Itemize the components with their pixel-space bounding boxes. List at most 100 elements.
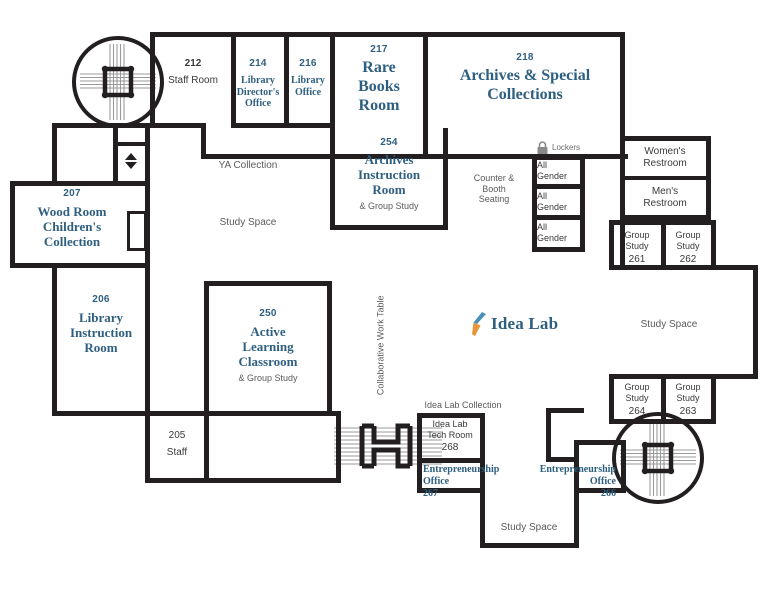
gs262-line1: Group <box>675 230 701 240</box>
wall-elevator-divider <box>113 142 150 146</box>
room-214-name-line1: Library <box>241 74 275 86</box>
idea-lab-logo: Idea Lab <box>470 311 558 337</box>
room-212-number: 212 <box>184 58 202 69</box>
gs261-line2: Study <box>625 240 649 251</box>
room-217-name-line3: Room <box>358 96 400 114</box>
room-207-number: 207 <box>63 188 81 199</box>
mens-restroom-line2: Restroom <box>643 197 687 209</box>
room-266-label: Entrepreneurship Office 266 <box>518 464 616 499</box>
group-study-264-label: Group Study 264 <box>612 382 662 418</box>
idea-lab-logo-text: Idea Lab <box>491 314 559 333</box>
room-207-name-line1: Wood Room <box>37 203 107 219</box>
room-254-sublabel: & Group Study <box>359 200 419 211</box>
wall-207-south <box>10 263 150 268</box>
room-205-number: 205 <box>168 430 186 441</box>
wall-250-north <box>204 281 332 286</box>
wall-left-upper-west <box>52 123 57 185</box>
mens-restroom-label: Men's Restroom <box>622 186 708 210</box>
group-study-261-label: Group Study 261 <box>612 230 662 266</box>
room-218-name-line1: Archives & Special <box>459 66 591 84</box>
room-216-name-line1: Library <box>291 74 325 86</box>
room-268-name-line1: Idea Lab <box>432 419 468 429</box>
wall-elevator-west <box>113 123 118 185</box>
room-217-label: 217 Rare Books Room <box>336 44 422 115</box>
room-205-name: Staff <box>166 446 188 458</box>
room-214-label: 214 Library Director's Office <box>232 58 284 110</box>
room-266-name-line1: Entrepreneurship <box>539 464 616 475</box>
room-267-name-line2: Office <box>423 475 450 487</box>
all-gender-2-line2: Gender <box>537 201 568 212</box>
study-space-label-2: Study Space <box>640 319 698 330</box>
room-216-name-line2: Office <box>294 86 322 98</box>
wall-266-inner-north <box>574 440 626 445</box>
room-268-name-line2: Tech Room <box>427 429 473 440</box>
wall-allgender-south <box>532 247 585 252</box>
wall-206-south <box>52 411 150 416</box>
wall-254-south <box>330 225 448 230</box>
gs264-number: 264 <box>628 406 646 418</box>
wall-212-bottom-right <box>201 154 333 159</box>
wall-266-east <box>621 440 626 493</box>
room-250-sublabel: & Group Study <box>238 372 298 383</box>
all-gender-restroom-1-label: All Gender <box>537 160 581 181</box>
room-206-name-line3: Room <box>84 340 118 356</box>
room-250-number: 250 <box>259 308 277 319</box>
room-217-name-line1: Rare <box>362 58 396 76</box>
wall-allgender-div2 <box>532 215 585 220</box>
room-268-label: Idea Lab Tech Room 268 <box>418 419 482 454</box>
room-206-number: 206 <box>92 294 110 305</box>
room-267-number: 267 <box>423 487 438 499</box>
room-268-number: 268 <box>441 442 459 454</box>
wall-266-west-upper <box>546 408 551 462</box>
group-study-262-label: Group Study 262 <box>663 230 713 266</box>
gs264-line1: Group <box>624 382 650 392</box>
room-218-name-line2: Collections <box>487 85 563 103</box>
room-254-label: 254 Archives Instruction Room & Group St… <box>333 137 445 211</box>
counter-booth-line3: Seating <box>478 194 510 205</box>
wall-268-south <box>417 458 485 463</box>
room-266-name-line2: Office <box>589 475 616 487</box>
all-gender-3-line2: Gender <box>537 232 568 243</box>
gs263-number: 263 <box>679 406 697 418</box>
lockers-label: Lockers <box>552 143 581 152</box>
gs264-line2: Study <box>625 392 649 403</box>
gs263-line2: Study <box>676 392 700 403</box>
idea-lab-collection-label: Idea Lab Collection <box>424 400 502 410</box>
study-space-label-3: Study Space <box>500 522 558 533</box>
all-gender-1-line2: Gender <box>537 170 568 181</box>
wall-right-study-north <box>711 265 758 270</box>
womens-restroom-line2: Restroom <box>643 157 687 169</box>
room-266-number: 266 <box>601 487 616 499</box>
counter-booth-line1: Counter & <box>473 173 515 183</box>
study-space-label-1: Study Space <box>219 217 277 228</box>
mens-restroom-line1: Men's <box>651 186 679 197</box>
wall-right-study-south <box>609 374 758 379</box>
wall-top-north <box>150 32 625 37</box>
room-250-name-line3: Classroom <box>238 354 298 370</box>
wall-bottom-left-east <box>336 411 341 483</box>
womens-restroom-label: Women's Restroom <box>622 146 708 170</box>
room-250-name-line1: Active <box>250 323 286 339</box>
room-217-name-line2: Books <box>358 77 400 95</box>
all-gender-restroom-3-label: All Gender <box>537 222 581 243</box>
counter-booth-line2: Booth <box>482 183 506 194</box>
wall-womens-mens-divider <box>620 176 711 180</box>
room-206-name-line1: Library <box>78 309 124 325</box>
floor-plan: Lockers Idea Lab 212 Staff Room 214 Libr… <box>0 0 768 589</box>
gs262-number: 262 <box>679 254 697 266</box>
wall-bottom-study-south <box>480 543 579 548</box>
wall-207-closet-east <box>144 211 147 251</box>
all-gender-1-line1: All <box>537 160 548 170</box>
room-218-number: 218 <box>516 52 534 63</box>
wall-250-south <box>204 411 332 416</box>
room-250-label: 250 Active Learning Classroom & Group St… <box>208 308 328 383</box>
room-254-number: 254 <box>380 137 398 148</box>
room-267-name-line1: Entrepreneurship <box>423 464 500 475</box>
room-250-name-line2: Learning <box>242 339 294 355</box>
room-214-name-line2: Director's <box>236 86 280 98</box>
elevator-icon <box>125 153 137 169</box>
wall-214-216-bottom <box>231 123 335 128</box>
counter-booth-seating-label: Counter & Booth Seating <box>462 173 526 205</box>
room-212-label: 212 Staff Room <box>155 58 231 87</box>
all-gender-3-line1: All <box>537 222 548 232</box>
